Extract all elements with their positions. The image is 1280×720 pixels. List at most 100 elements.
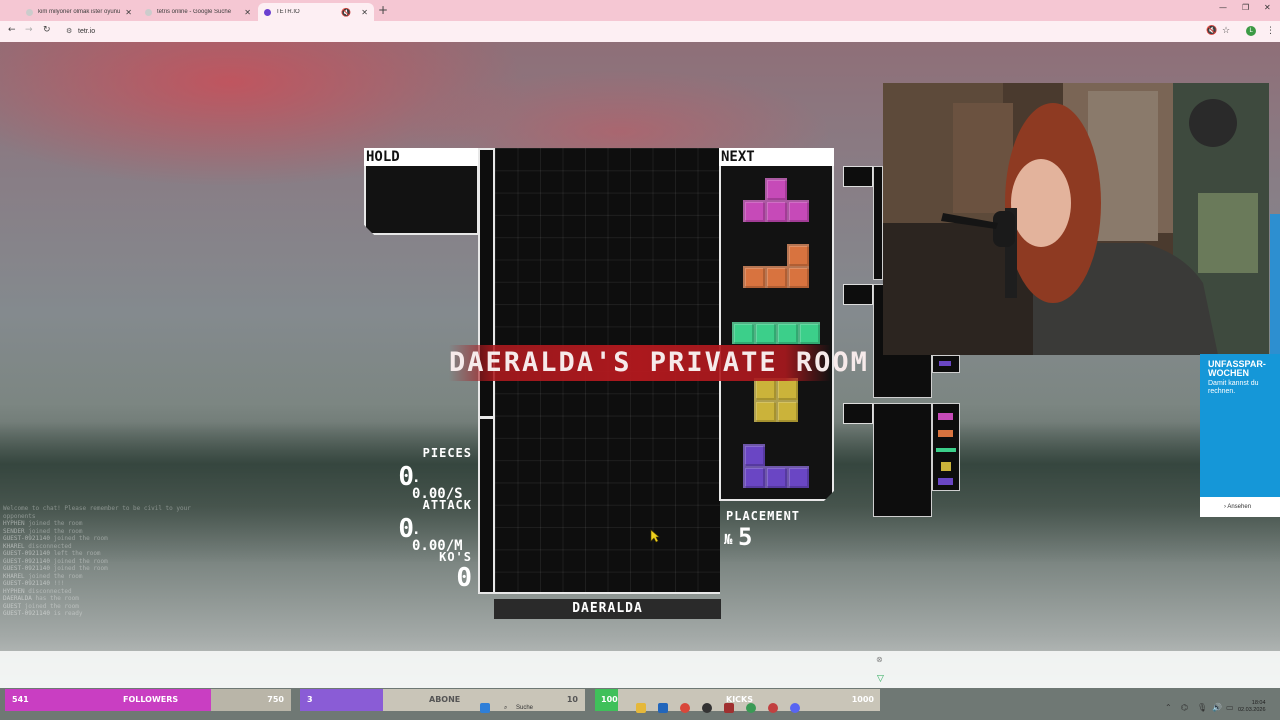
app-icon[interactable] xyxy=(746,703,756,713)
opponent-board xyxy=(873,403,932,517)
next-piece-l-mino xyxy=(787,266,809,288)
file-explorer-icon[interactable] xyxy=(636,703,646,713)
abone-count: 3 xyxy=(307,695,313,704)
next-piece-i-mino xyxy=(776,322,798,344)
webcam-overlay xyxy=(883,83,1269,355)
abone-label: ABONE xyxy=(429,695,461,704)
ad-cta-button[interactable]: › Ansehen xyxy=(1200,497,1280,517)
player-name-plate: DAERALDA xyxy=(494,599,721,619)
store-icon[interactable] xyxy=(658,703,668,713)
next-piece-t-mino xyxy=(787,200,809,222)
ad-banner-edge xyxy=(1270,214,1280,354)
clock-time: 18:04 xyxy=(1251,700,1266,706)
followers-count: 541 xyxy=(12,695,29,704)
browser-tab-strip: kim milyoner olmak ister oyunu ✕ tetris … xyxy=(0,0,1280,21)
next-piece-t-mino xyxy=(765,178,787,200)
url-field[interactable]: ⚙ tetr.io xyxy=(60,24,1190,39)
tray-chevron-icon[interactable]: ⌃ xyxy=(1165,703,1172,712)
chevron-right-icon: › xyxy=(1224,504,1226,510)
opponent-next-box xyxy=(932,403,960,491)
hold-label: HOLD xyxy=(364,148,479,166)
attack-value: 0 xyxy=(398,514,414,544)
taskbar-search[interactable]: ⌕ Suche xyxy=(500,700,620,716)
close-tab-icon[interactable]: ✕ xyxy=(244,8,251,17)
next-piece-t-mino xyxy=(743,200,765,222)
pieces-label: PIECES xyxy=(422,446,472,460)
taskbar-clock[interactable]: 18:04 02.03.2026 xyxy=(1238,700,1266,714)
discord-icon[interactable] xyxy=(790,703,800,713)
tab-2[interactable]: tetris online - Google Suche ✕ xyxy=(139,3,257,21)
opponent-next-piece xyxy=(938,478,953,485)
minimize-icon[interactable]: — xyxy=(1219,3,1227,12)
url-text: tetr.io xyxy=(78,28,96,35)
opponent-next-box xyxy=(932,355,960,373)
site-info-icon[interactable]: ⚙ xyxy=(66,24,72,39)
close-tab-icon[interactable]: ✕ xyxy=(125,8,132,17)
next-piece-l-mino xyxy=(787,244,809,266)
attack-label: ATTACK xyxy=(422,498,472,512)
reload-icon[interactable]: ↻ xyxy=(43,25,51,35)
ad-title: UNFASSPAR-WOCHEN xyxy=(1208,359,1266,378)
kicks-goal: 1000 xyxy=(851,695,874,704)
placement-label: PLACEMENT xyxy=(726,509,801,523)
next-label: NEXT xyxy=(719,148,834,166)
next-piece-o-mino xyxy=(776,400,798,422)
followers-progress-fill xyxy=(5,689,211,711)
followers-goal-bar: 541 FOLLOWERS 750 xyxy=(5,689,291,711)
opponent-board xyxy=(873,166,883,280)
webcam-feed xyxy=(883,83,1269,355)
mute-tab-icon[interactable]: 🔇 xyxy=(341,8,351,17)
obs-icon[interactable] xyxy=(702,703,712,713)
profile-avatar[interactable]: L xyxy=(1246,26,1256,36)
google-favicon-icon xyxy=(26,8,33,16)
microphone-icon[interactable]: 🎙 xyxy=(1197,703,1207,712)
tab-title: tetris online - Google Suche xyxy=(157,9,232,15)
app-icon[interactable] xyxy=(768,703,778,713)
kos-value: 0 xyxy=(456,563,472,593)
chat-log: Welcome to chat! Please remember to be c… xyxy=(3,505,191,617)
windows-start-icon[interactable] xyxy=(480,703,490,713)
next-piece-o-mino xyxy=(776,378,798,400)
network-icon[interactable]: ⌬ xyxy=(1181,703,1188,712)
tab-3[interactable]: TETR.IO 🔇 ✕ xyxy=(258,3,374,21)
mouse-cursor-icon xyxy=(650,529,660,543)
next-piece-t-mino xyxy=(765,200,787,222)
menu-icon[interactable]: ⋮ xyxy=(1266,26,1275,36)
volume-icon[interactable]: 🔊 xyxy=(1212,703,1222,712)
google-favicon-icon xyxy=(145,8,152,16)
close-ad-icon[interactable]: ⊗ xyxy=(876,655,883,664)
followers-label: FOLLOWERS xyxy=(123,695,179,704)
close-tab-icon[interactable]: ✕ xyxy=(361,8,368,17)
ad-strip xyxy=(0,651,1280,688)
tab-1[interactable]: kim milyoner olmak ister oyunu ✕ xyxy=(20,3,138,21)
placement-prefix: № xyxy=(724,532,733,548)
opponent-next-piece xyxy=(938,430,953,437)
close-window-icon[interactable]: ✕ xyxy=(1264,3,1271,12)
restore-icon[interactable]: ❐ xyxy=(1242,3,1249,12)
next-piece-i-mino xyxy=(798,322,820,344)
followers-goal: 750 xyxy=(267,695,284,704)
app-icon[interactable] xyxy=(724,703,734,713)
ad-banner[interactable]: UNFASSPAR-WOCHEN Damit kannst du rechnen… xyxy=(1200,354,1280,517)
kos-label: KO'S xyxy=(439,550,472,564)
chrome-icon[interactable] xyxy=(680,703,690,713)
back-icon[interactable]: ← xyxy=(8,25,16,35)
next-piece-l-mino xyxy=(765,266,787,288)
search-icon: ⌕ xyxy=(504,705,508,711)
placement-value: 5 xyxy=(738,523,753,551)
pieces-value: 0 xyxy=(398,462,414,492)
next-piece-i-mino xyxy=(754,322,776,344)
ad-subtitle: Damit kannst du rechnen. xyxy=(1208,380,1259,395)
audio-muted-icon[interactable]: 🔇 xyxy=(1206,26,1217,36)
battery-icon[interactable]: ▭ xyxy=(1226,703,1234,712)
next-queue-box xyxy=(719,166,834,501)
bookmark-star-icon[interactable]: ☆ xyxy=(1222,26,1230,36)
next-piece-j-mino xyxy=(787,466,809,488)
next-piece-j-mino xyxy=(743,444,765,466)
ad-choices-icon[interactable]: ▽ xyxy=(877,674,884,684)
next-piece-j-mino xyxy=(765,466,787,488)
hold-box xyxy=(364,166,479,235)
new-tab-icon[interactable]: + xyxy=(378,3,388,17)
opponent-hold-box xyxy=(843,166,873,187)
forward-icon[interactable]: → xyxy=(25,25,33,35)
